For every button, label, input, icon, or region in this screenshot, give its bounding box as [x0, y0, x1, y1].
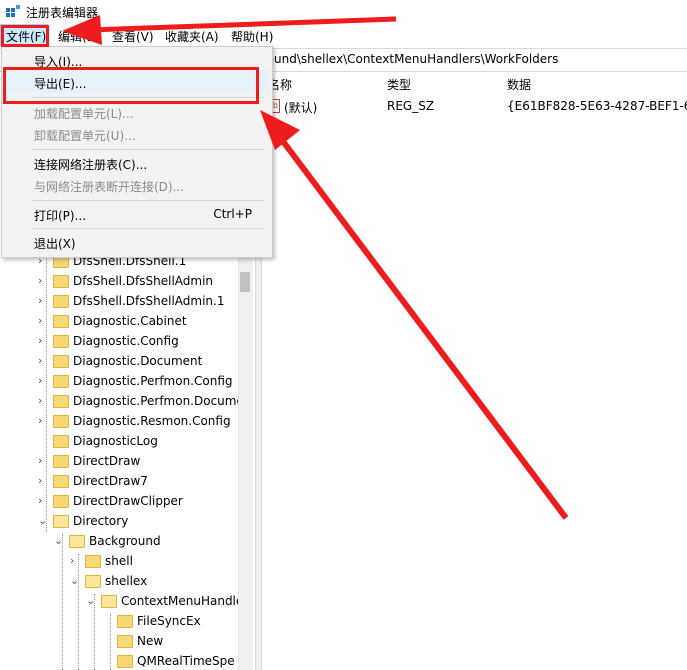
arrow-to-export	[260, 110, 569, 520]
arrow-to-file-menu	[62, 15, 397, 45]
annotation-arrows	[62, 15, 569, 520]
